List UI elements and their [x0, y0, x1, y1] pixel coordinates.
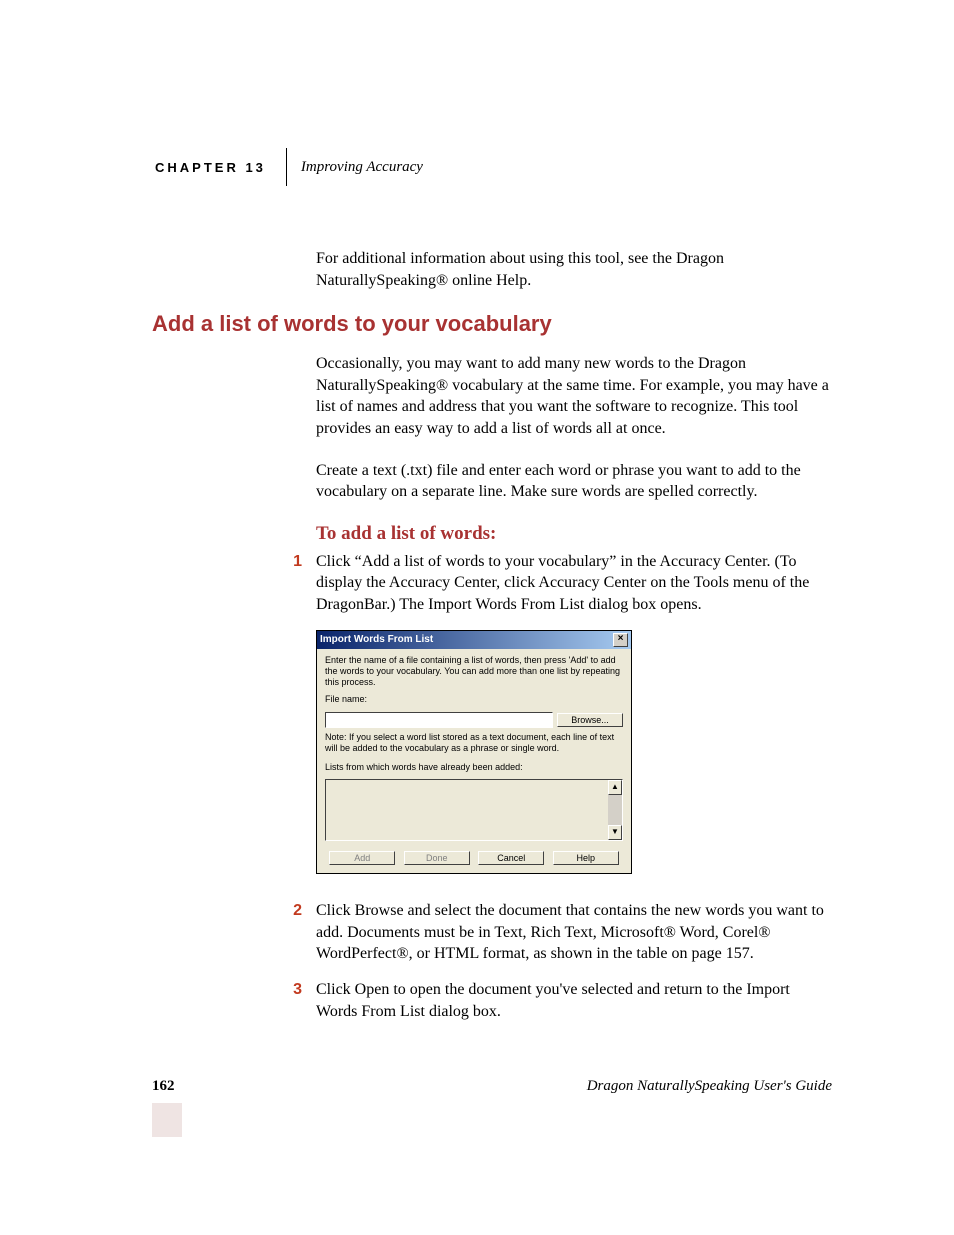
scrollbar[interactable]: ▲ ▼	[608, 780, 622, 840]
dialog-note: Note: If you select a word list stored a…	[325, 732, 623, 755]
step-number: 1	[152, 551, 316, 616]
close-icon[interactable]: ×	[613, 633, 628, 647]
page-header: CHAPTER 13 Improving Accuracy	[155, 148, 423, 186]
lists-label: Lists from which words have already been…	[325, 762, 623, 773]
intro-paragraph: For additional information about using t…	[316, 248, 832, 291]
file-name-label: File name:	[325, 694, 623, 705]
dialog-titlebar: Import Words From List ×	[317, 631, 631, 649]
body-paragraph-2: Create a text (.txt) file and enter each…	[316, 460, 832, 503]
help-button[interactable]: Help	[553, 851, 619, 865]
page-number: 162	[152, 1078, 175, 1095]
done-button[interactable]: Done	[404, 851, 470, 865]
step-row: 3 Click Open to open the document you've…	[152, 979, 832, 1022]
step-number: 2	[152, 900, 316, 965]
page-footer: 162 Dragon NaturallySpeaking User's Guid…	[152, 1078, 832, 1095]
section-heading: Add a list of words to your vocabulary	[152, 311, 832, 337]
cancel-button[interactable]: Cancel	[478, 851, 544, 865]
guide-title: Dragon NaturallySpeaking User's Guide	[587, 1078, 832, 1095]
step-text: Click “Add a list of words to your vocab…	[316, 551, 832, 616]
footer-accent-bar	[152, 1103, 182, 1137]
dialog-title: Import Words From List	[320, 634, 433, 645]
lists-body[interactable]	[326, 780, 608, 840]
scroll-up-icon[interactable]: ▲	[608, 780, 622, 795]
header-divider	[286, 148, 287, 186]
lists-area: ▲ ▼	[325, 779, 623, 841]
dialog-body: Enter the name of a file containing a li…	[317, 649, 631, 874]
body-paragraph-1: Occasionally, you may want to add many n…	[316, 353, 832, 439]
step-text: Click Open to open the document you've s…	[316, 979, 832, 1022]
dialog-instruction: Enter the name of a file containing a li…	[325, 655, 623, 689]
step-row: 2 Click Browse and select the document t…	[152, 900, 832, 965]
step-text: Click Browse and select the document tha…	[316, 900, 832, 965]
step-number: 3	[152, 979, 316, 1022]
add-button[interactable]: Add	[329, 851, 395, 865]
chapter-label: CHAPTER 13	[155, 160, 286, 175]
body-content: For additional information about using t…	[152, 232, 832, 1036]
chapter-title: Improving Accuracy	[301, 159, 423, 176]
dialog-screenshot: Import Words From List × Enter the name …	[316, 630, 832, 875]
document-page: CHAPTER 13 Improving Accuracy For additi…	[0, 0, 954, 1235]
import-words-dialog: Import Words From List × Enter the name …	[316, 630, 632, 875]
sub-heading: To add a list of words:	[316, 523, 832, 545]
step-row: 1 Click “Add a list of words to your voc…	[152, 551, 832, 616]
browse-button[interactable]: Browse...	[557, 713, 623, 727]
file-name-input[interactable]	[325, 712, 553, 728]
scroll-down-icon[interactable]: ▼	[608, 825, 622, 840]
